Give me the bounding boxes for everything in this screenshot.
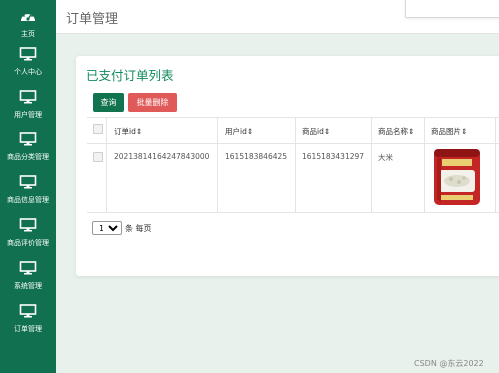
monitor-icon — [19, 47, 37, 61]
orders-table: 订单id⇕ 用户id⇕ 商品id⇕ 商品名称⇕ 商品图片⇕ 2021381416… — [87, 117, 499, 213]
table-border — [87, 143, 499, 144]
rice-bag-image — [431, 147, 483, 207]
column-header-label: 商品id — [302, 127, 324, 136]
column-header-label: 用户id — [225, 127, 247, 136]
sidebar-item-orders[interactable]: 订单管理 — [0, 304, 56, 344]
sort-icon[interactable]: ⇕ — [324, 127, 330, 136]
table-border — [495, 117, 496, 213]
sort-icon[interactable]: ⇕ — [247, 127, 253, 136]
sidebar-item-profile[interactable]: 个人中心 — [0, 47, 56, 87]
sort-icon[interactable]: ⇕ — [461, 127, 467, 136]
column-header-label: 商品名称 — [378, 127, 408, 136]
select-all-checkbox[interactable] — [93, 124, 103, 134]
column-header-product-image[interactable]: 商品图片⇕ — [431, 126, 467, 137]
watermark: CSDN @东云2022 — [414, 359, 484, 368]
sidebar-item-reviews[interactable]: 商品评价管理 — [0, 218, 56, 258]
sidebar-item-home[interactable]: 主页 — [0, 9, 56, 49]
sidebar-item-label: 商品评价管理 — [7, 239, 49, 247]
sidebar-item-categories[interactable]: 商品分类管理 — [0, 132, 56, 172]
sidebar-item-label: 系统管理 — [14, 282, 42, 290]
sidebar-item-label: 个人中心 — [14, 68, 42, 76]
monitor-icon — [19, 132, 37, 146]
sort-icon[interactable]: ⇕ — [136, 127, 142, 136]
monitor-icon — [19, 261, 37, 275]
table-border — [217, 117, 218, 213]
monitor-icon — [19, 90, 37, 104]
sidebar-item-label: 主页 — [21, 30, 35, 38]
sidebar-item-label: 用户管理 — [14, 111, 42, 119]
table-border — [295, 117, 296, 213]
page-size-select[interactable]: 10 — [92, 221, 122, 235]
monitor-icon — [19, 304, 37, 318]
column-header-order-id[interactable]: 订单id⇕ — [114, 126, 142, 137]
sidebar-item-label: 订单管理 — [14, 325, 42, 333]
dashboard-icon — [21, 12, 35, 21]
monitor-icon — [19, 175, 37, 189]
sidebar-item-label: 商品信息管理 — [7, 196, 49, 204]
table-border — [371, 117, 372, 213]
batch-delete-button[interactable]: 批量删除 — [128, 93, 177, 112]
row-checkbox[interactable] — [93, 152, 103, 162]
column-header-user-id[interactable]: 用户id⇕ — [225, 126, 253, 137]
table-border — [424, 117, 425, 213]
column-header-product-name[interactable]: 商品名称⇕ — [378, 126, 414, 137]
table-border — [87, 212, 499, 213]
table-border — [87, 117, 499, 118]
column-header-label: 订单id — [114, 127, 136, 136]
product-name-cell: 大米 — [378, 153, 393, 162]
query-button[interactable]: 查询 — [93, 93, 124, 112]
search-input[interactable] — [405, 0, 499, 18]
page-title: 订单管理 — [66, 12, 119, 27]
sort-icon[interactable]: ⇕ — [408, 127, 414, 136]
sidebar-item-label: 商品分类管理 — [7, 153, 49, 161]
order-list-card: 已支付订单列表 查询 批量删除 订单id⇕ 用户id⇕ 商品id⇕ 商品名称⇕ … — [76, 56, 499, 276]
order-id-cell: 20213814164247843000 — [114, 152, 210, 161]
top-bar: 订单管理 — [56, 0, 499, 34]
sidebar-item-system[interactable]: 系统管理 — [0, 261, 56, 301]
sidebar-item-products[interactable]: 商品信息管理 — [0, 175, 56, 215]
sidebar: 主页 个人中心 用户管理 商品分类管理 商品信息管理 商品评价管理 系统管理 订… — [0, 0, 56, 373]
page-size-label: 条 每页 — [125, 224, 152, 233]
user-id-cell: 1615183846425 — [225, 152, 288, 161]
column-header-product-id[interactable]: 商品id⇕ — [302, 126, 330, 137]
product-id-cell: 1615183431297 — [302, 152, 365, 161]
column-header-label: 商品图片 — [431, 127, 461, 136]
card-title: 已支付订单列表 — [86, 68, 174, 83]
table-border — [106, 117, 107, 213]
sidebar-item-users[interactable]: 用户管理 — [0, 90, 56, 130]
monitor-icon — [19, 218, 37, 232]
